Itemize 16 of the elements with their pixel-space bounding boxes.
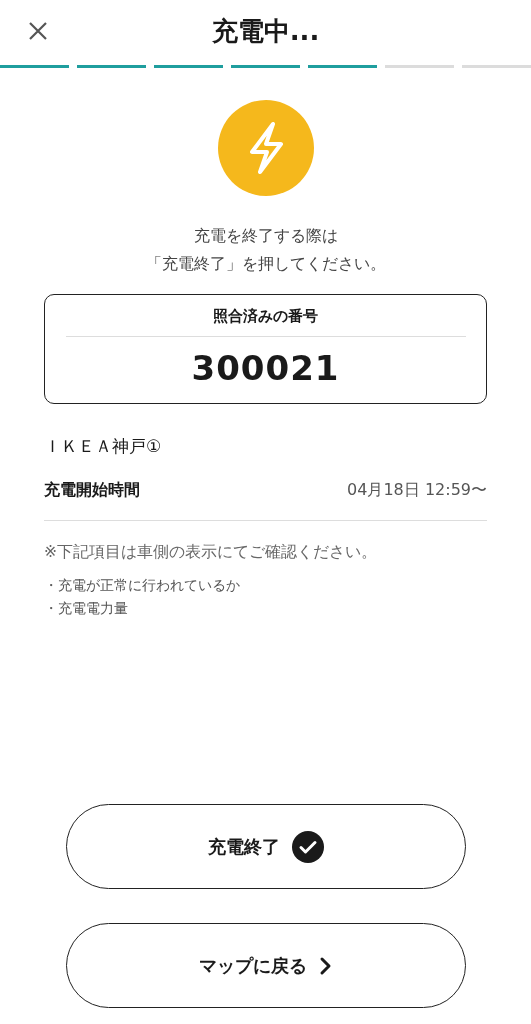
verified-number: 300021 <box>191 346 340 390</box>
check-circle-icon <box>291 830 324 863</box>
check-item: ・充電が正常に行われているか <box>44 575 241 595</box>
notice-text: ※下記項目は車側の表示にてご確認ください。 <box>44 541 378 563</box>
start-time-label: 充電開始時間 <box>44 478 140 501</box>
lightning-icon <box>217 100 314 196</box>
screen-title: 充電中... <box>211 14 320 48</box>
close-icon <box>28 21 48 41</box>
finish-charging-button[interactable]: 充電終了 <box>65 804 466 889</box>
station-name: ＩＫＥＡ神戸① <box>44 435 163 458</box>
chevron-right-icon <box>318 955 333 976</box>
instruction-text: 充電を終了する際は 「充電終了」を押してください。 <box>144 225 387 275</box>
card-label: 照合済みの番号 <box>213 306 318 327</box>
check-item: ・充電電力量 <box>44 598 129 618</box>
back-to-map-button[interactable]: マップに戻る <box>65 923 466 1008</box>
start-time-value: 04月18日 12:59〜 <box>347 478 487 501</box>
